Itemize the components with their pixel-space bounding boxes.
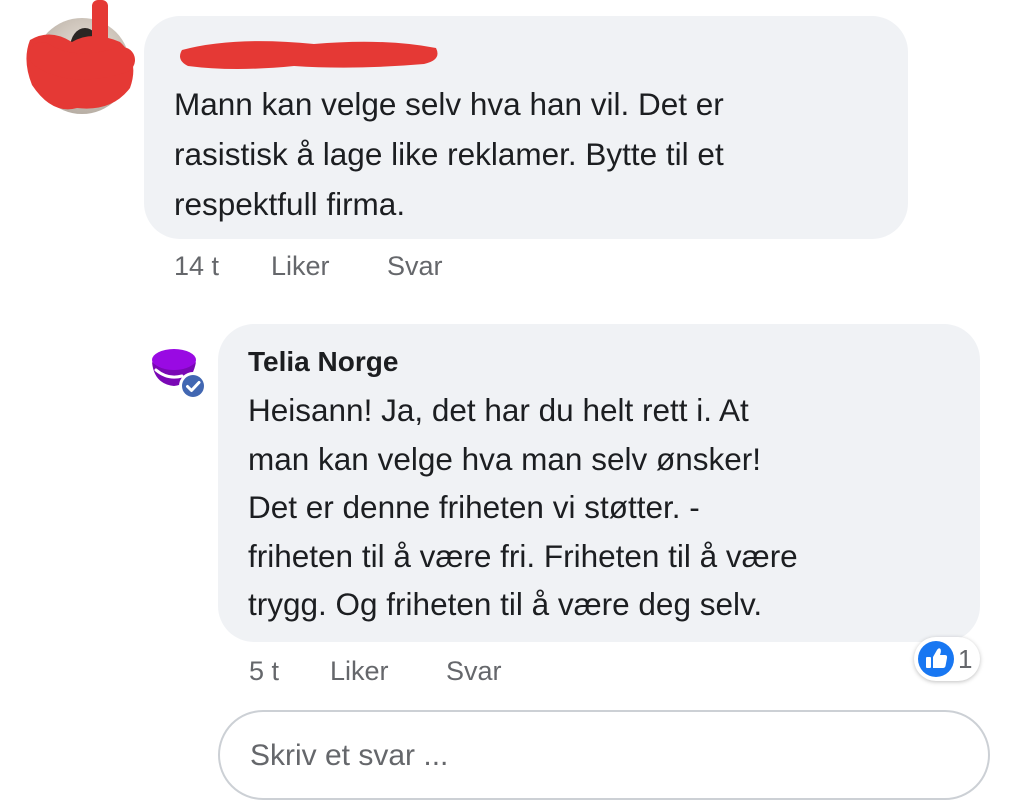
reply-button[interactable]: Svar [446, 655, 502, 687]
reaction-summary[interactable]: 1 [914, 637, 980, 681]
reply-input-placeholder: Skriv et svar ... [250, 739, 449, 772]
reply-timestamp[interactable]: 5 t [249, 655, 279, 687]
telia-avatar[interactable] [148, 340, 208, 400]
reaction-count: 1 [958, 644, 973, 674]
avatar-redaction-scribble [26, 0, 135, 110]
like-button[interactable]: Liker [330, 655, 389, 687]
reply-button[interactable]: Svar [387, 250, 443, 282]
author-name[interactable]: Telia Norge [248, 345, 398, 379]
reply-input[interactable]: Skriv et svar ... [218, 710, 990, 800]
thumbs-up-icon [918, 641, 954, 677]
verified-badge-icon [179, 372, 207, 400]
reply-text: Heisann! Ja, det har du helt rett i. At … [248, 392, 798, 622]
comment-text: Mann kan velge selv hva han vil. Det er … [174, 86, 724, 222]
comment-timestamp[interactable]: 14 t [174, 250, 219, 282]
like-button[interactable]: Liker [271, 250, 330, 282]
author-name-redaction [180, 41, 438, 69]
